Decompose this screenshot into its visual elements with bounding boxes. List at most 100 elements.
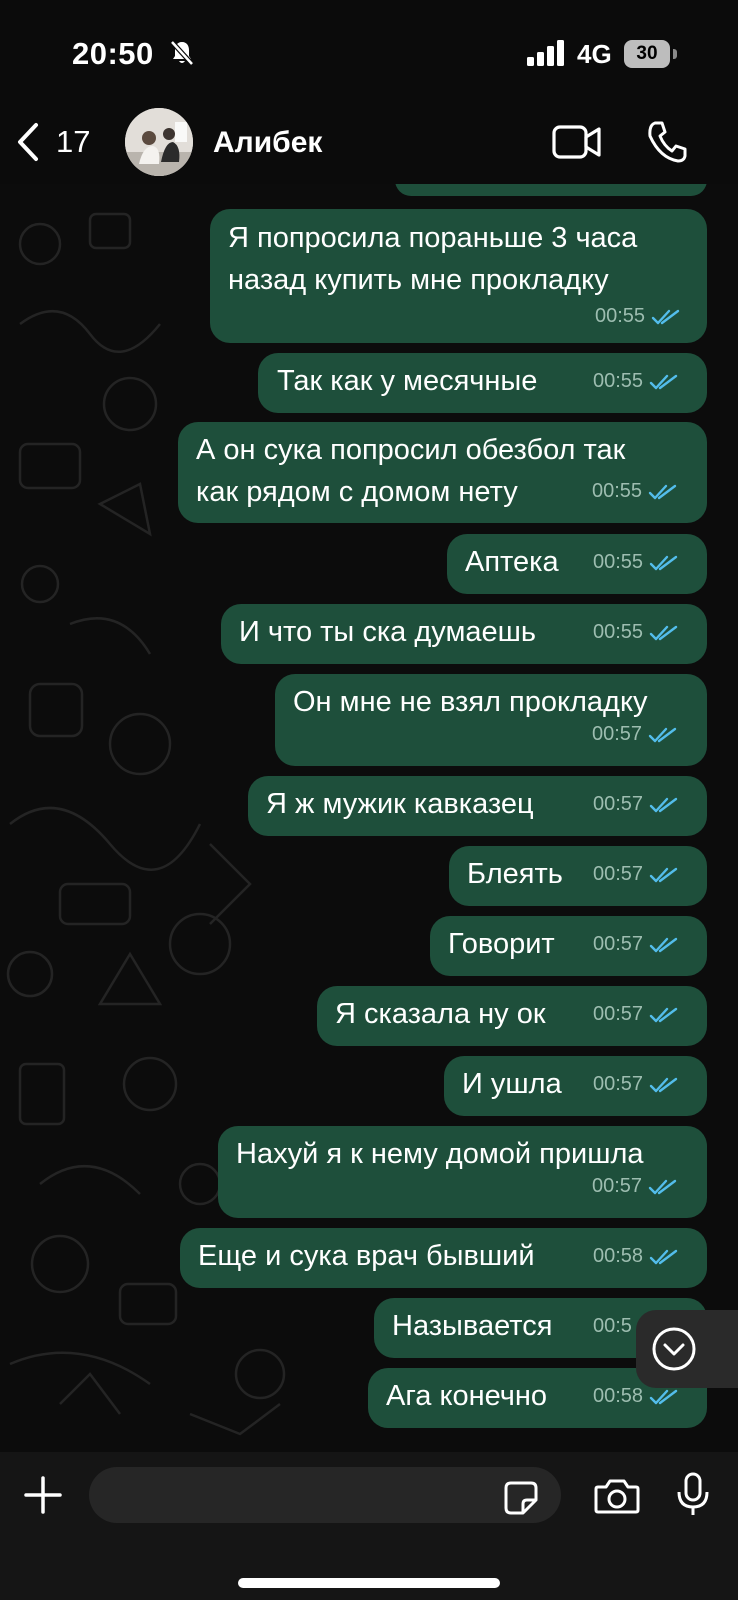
battery-level: 30 [624,40,670,68]
message-meta: 00:55 [592,480,678,503]
scroll-down-button[interactable] [636,1310,738,1388]
read-ticks-icon [649,937,678,952]
camera-icon[interactable] [594,1478,640,1514]
message-time: 00:57 [593,793,644,815]
sticker-icon[interactable] [503,1480,539,1516]
message-meta: 00:55 [595,305,681,328]
message-bubble[interactable]: Еще и сука врач бывший 00:58 [180,1228,707,1288]
message-bubble[interactable]: Я сказала ну ок 00:57 [317,986,707,1046]
message-text: Аптека [465,541,559,583]
message-bubble[interactable]: Блеять 00:57 [449,846,707,906]
chat-header: 17 Алибек [0,100,738,184]
avatar[interactable] [125,108,193,176]
message-meta: 00:57 [592,1175,678,1198]
unread-count: 17 [56,124,91,159]
message-text: Он мне не взял прокладку [293,681,648,723]
composer-bar [0,1452,738,1600]
message-time: 00:57 [593,1073,644,1095]
message-text: Ага конечно [386,1375,547,1417]
message-meta: 00:58 [593,1245,679,1268]
battery-cap [673,49,677,59]
message-text-line: Еще и сука врач бывший [198,1240,535,1272]
message-text: А он сука попросил обезбол так как рядом … [196,429,625,513]
message-meta: 00:55 [593,551,679,574]
message-bubble-partial[interactable] [395,184,707,196]
signal-icon [527,40,564,66]
message-meta: 00:58 [593,1385,679,1408]
message-text: Я ж мужик кавказец [266,783,534,825]
message-meta: 00:57 [593,933,679,956]
message-bubble[interactable]: Он мне не взял прокладку 00:57 [275,674,707,766]
message-text: Называется [392,1305,552,1347]
message-bubble[interactable]: И ушла 00:57 [444,1056,707,1116]
message-text-line: Я ж мужик кавказец [266,788,534,820]
message-meta: 00:57 [593,1003,679,1026]
message-text: Еще и сука врач бывший [198,1235,535,1277]
message-meta: 00:57 [592,723,678,746]
silent-bell-icon [170,40,194,66]
message-time: 00:55 [593,621,644,643]
read-ticks-icon [649,797,678,812]
chat-area[interactable]: Я попросила пораньше 3 часа назад купить … [0,184,738,1452]
message-text-line: Он мне не взял прокладку [293,686,648,718]
contact-name[interactable]: Алибек [213,126,322,160]
read-ticks-icon [649,555,678,570]
message-meta: 00:57 [593,863,679,886]
read-ticks-icon [649,1389,678,1404]
message-text-line: Говорит [448,928,555,960]
message-bubble[interactable]: Я ж мужик кавказец 00:57 [248,776,707,836]
message-meta: 00:57 [593,793,679,816]
home-indicator [238,1578,500,1588]
status-bar: 20:50 4G 30 [0,0,738,100]
message-text: И ушла [462,1063,562,1105]
read-ticks-icon [649,1077,678,1092]
message-text: Я попросила пораньше 3 часа назад купить … [228,217,637,301]
network-type: 4G [577,39,612,69]
message-text-line: как рядом с домом нету [196,476,518,508]
message-time: 00:57 [593,933,644,955]
message-bubble[interactable]: И что ты ска думаешь 00:55 [221,604,707,664]
message-text: Блеять [467,853,563,895]
read-ticks-icon [649,1007,678,1022]
read-ticks-icon [648,727,677,742]
status-time: 20:50 [72,36,154,71]
message-time: 00:57 [592,1175,643,1197]
back-chevron-icon [18,123,38,161]
phone-icon[interactable] [646,120,688,164]
message-time: 00:57 [593,863,644,885]
read-ticks-icon [649,1249,678,1264]
mic-icon[interactable] [676,1472,710,1518]
message-text: Так как у месячные [277,360,537,402]
message-meta: 00:55 [593,370,679,393]
scroll-down-icon [652,1327,696,1371]
message-bubble[interactable]: Так как у месячные 00:55 [258,353,707,413]
message-text-line: Я сказала ну ок [335,998,546,1030]
message-text-line: Называется [392,1310,553,1342]
message-meta: 00:55 [593,621,679,644]
message-text-line: Я попросила пораньше 3 часа [228,222,638,254]
message-text-line: И что ты ска думаешь [239,616,537,648]
message-text: И что ты ска думаешь [239,611,536,653]
message-text: Я сказала ну ок [335,993,546,1035]
message-bubble[interactable]: Аптека 00:55 [447,534,707,594]
read-ticks-icon [649,625,678,640]
read-ticks-icon [649,867,678,882]
message-text-line: назад купить мне прокладку [228,264,609,296]
message-time: 00:55 [595,305,646,327]
message-time: 00:55 [593,551,644,573]
message-time: 00:5 [593,1315,632,1337]
message-input[interactable] [89,1467,561,1523]
message-bubble[interactable]: Нахуй я к нему домой пришла 00:57 [218,1126,707,1218]
read-ticks-icon [648,1179,677,1194]
message-bubble[interactable]: Говорит 00:57 [430,916,707,976]
plus-icon[interactable] [24,1476,62,1514]
message-time: 00:57 [593,1003,644,1025]
back-button[interactable]: 17 [16,122,96,166]
message-bubble[interactable]: Я попросила пораньше 3 часа назад купить … [210,209,707,343]
read-ticks-icon [648,484,677,499]
message-text-line: Ага конечно [386,1380,548,1412]
video-call-icon[interactable] [552,124,602,160]
message-time: 00:58 [593,1245,644,1267]
message-bubble[interactable]: А он сука попросил обезбол так как рядом … [178,422,707,523]
message-time: 00:55 [592,480,643,502]
